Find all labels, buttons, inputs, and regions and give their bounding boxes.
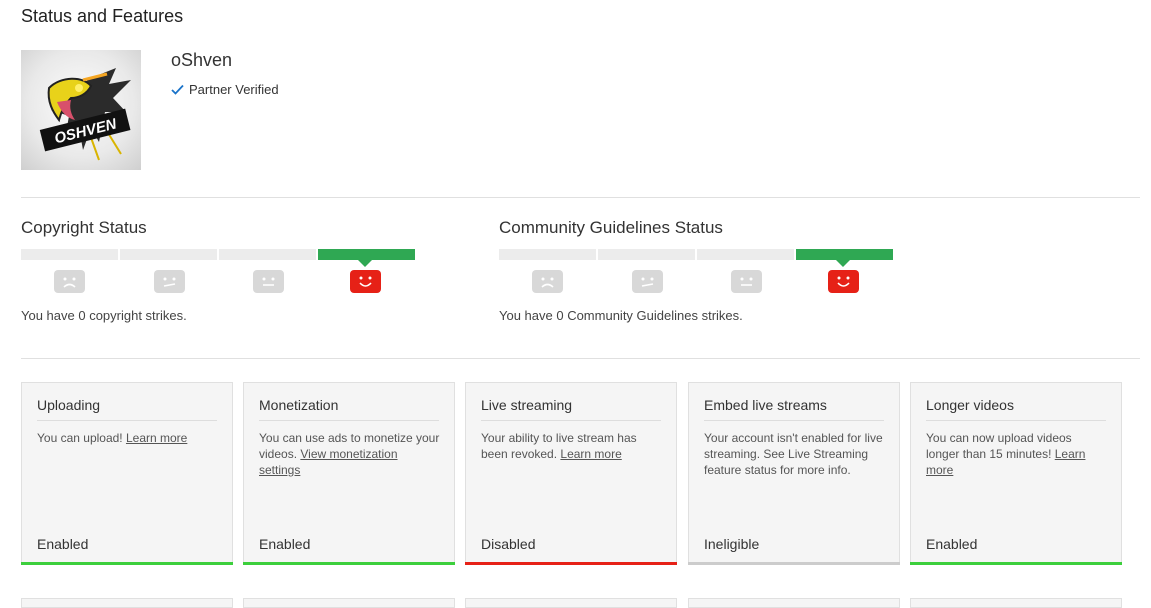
community-faces (499, 270, 899, 300)
copyright-faces (21, 270, 421, 300)
feature-title: Longer videos (926, 397, 1014, 413)
feature-card-partial[interactable] (910, 598, 1122, 608)
divider (21, 197, 1140, 198)
community-status-section: Community Guidelines Status You have 0 C… (499, 218, 899, 323)
feature-description: Your ability to live stream has been rev… (481, 430, 662, 462)
strike-segment-3 (697, 249, 794, 260)
feature-card-monetization[interactable]: Monetization You can use ads to monetize… (243, 382, 455, 565)
neutral-face-icon (253, 270, 284, 293)
feature-description: You can upload! Learn more (37, 430, 218, 446)
neutral-face-icon (731, 270, 762, 293)
feature-title: Uploading (37, 397, 101, 413)
copyright-status-title: Copyright Status (21, 218, 147, 237)
feature-card-uploading[interactable]: Uploading You can upload! Learn more Ena… (21, 382, 233, 565)
status-bar-disabled (465, 562, 677, 565)
happy-face-icon (350, 270, 381, 293)
learn-more-link[interactable]: Learn more (560, 447, 621, 461)
meh-face-icon (632, 270, 663, 293)
feature-title: Live streaming (481, 397, 573, 413)
feature-status: Enabled (926, 536, 978, 552)
feature-description-text: You can now upload videos longer than 15… (926, 431, 1072, 461)
strike-segment-4-active (318, 249, 415, 267)
community-status-title: Community Guidelines Status (499, 218, 723, 237)
strike-segment-3 (219, 249, 316, 260)
feature-card-partial[interactable] (688, 598, 900, 608)
partner-label: Partner Verified (189, 82, 279, 97)
feature-status: Enabled (37, 536, 89, 552)
feature-card-longer-videos[interactable]: Longer videos You can now upload videos … (910, 382, 1122, 565)
community-strike-text: You have 0 Community Guidelines strikes. (499, 308, 743, 323)
strike-segment-1 (21, 249, 118, 260)
channel-avatar[interactable]: OSHVEN (21, 50, 141, 170)
feature-card-partial[interactable] (243, 598, 455, 608)
eagle-logo-icon: OSHVEN (39, 68, 131, 161)
strike-segment-4-active (796, 249, 893, 267)
learn-more-link[interactable]: Learn more (126, 431, 187, 445)
card-divider (481, 420, 661, 421)
card-divider (704, 420, 884, 421)
community-strike-bar (499, 249, 899, 267)
card-divider (259, 420, 439, 421)
copyright-status-section: Copyright Status You have 0 copyright st… (21, 218, 421, 323)
feature-title: Monetization (259, 397, 339, 413)
checkmark-icon (171, 84, 184, 95)
feature-status: Ineligible (704, 536, 760, 552)
feature-card-partial[interactable] (21, 598, 233, 608)
page-title: Status and Features (21, 6, 184, 26)
strike-segment-2 (598, 249, 695, 260)
card-divider (926, 420, 1106, 421)
meh-face-icon (154, 270, 185, 293)
strike-segment-2 (120, 249, 217, 260)
feature-title: Embed live streams (704, 397, 827, 413)
copyright-strike-text: You have 0 copyright strikes. (21, 308, 187, 323)
feature-description: You can now upload videos longer than 15… (926, 430, 1107, 478)
feature-description-text: You can upload! (37, 431, 126, 445)
status-bar-ineligible (688, 562, 900, 565)
status-bar-enabled (21, 562, 233, 565)
feature-card-live-streaming[interactable]: Live streaming Your ability to live stre… (465, 382, 677, 565)
copyright-strike-bar (21, 249, 421, 267)
feature-status: Disabled (481, 536, 536, 552)
feature-description: Your account isn't enabled for live stre… (704, 431, 883, 477)
status-bar-enabled (910, 562, 1122, 565)
status-bar-enabled (243, 562, 455, 565)
strike-segment-1 (499, 249, 596, 260)
sad-face-icon (54, 270, 85, 293)
partner-status: Partner Verified (171, 82, 279, 97)
card-divider (37, 420, 217, 421)
sad-face-icon (532, 270, 563, 293)
feature-card-embed-live-streams[interactable]: Embed live streams Your account isn't en… (688, 382, 900, 565)
divider (21, 358, 1140, 359)
feature-card-partial[interactable] (465, 598, 677, 608)
happy-face-icon (828, 270, 859, 293)
feature-description: You can use ads to monetize your videos.… (259, 430, 440, 478)
feature-status: Enabled (259, 536, 311, 552)
channel-name[interactable]: oShven (171, 50, 232, 71)
